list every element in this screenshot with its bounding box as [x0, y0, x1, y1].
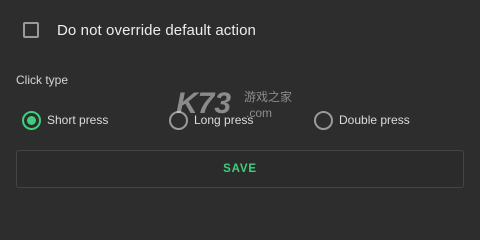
radio-long-press-label: Long press: [194, 113, 254, 127]
click-type-radio-group: Short press Long press Double press: [0, 109, 480, 131]
override-default-label: Do not override default action: [57, 21, 256, 39]
radio-double-press[interactable]: Double press: [314, 109, 410, 131]
radio-short-press[interactable]: Short press: [22, 109, 108, 131]
svg-text:游戏之家: 游戏之家: [244, 89, 292, 104]
radio-short-press-label: Short press: [47, 113, 109, 127]
radio-double-press-label: Double press: [339, 113, 410, 127]
click-type-label: Click type: [16, 73, 69, 87]
save-button-label: SAVE: [223, 163, 257, 175]
radio-unselected-icon[interactable]: [169, 110, 188, 130]
radio-long-press[interactable]: Long press: [169, 109, 253, 131]
checkbox-box-icon[interactable]: [23, 22, 39, 38]
radio-selected-icon[interactable]: [22, 110, 41, 130]
radio-unselected-icon[interactable]: [314, 110, 333, 130]
override-default-checkbox[interactable]: Do not override default action: [23, 18, 256, 42]
save-button[interactable]: SAVE: [16, 150, 464, 188]
